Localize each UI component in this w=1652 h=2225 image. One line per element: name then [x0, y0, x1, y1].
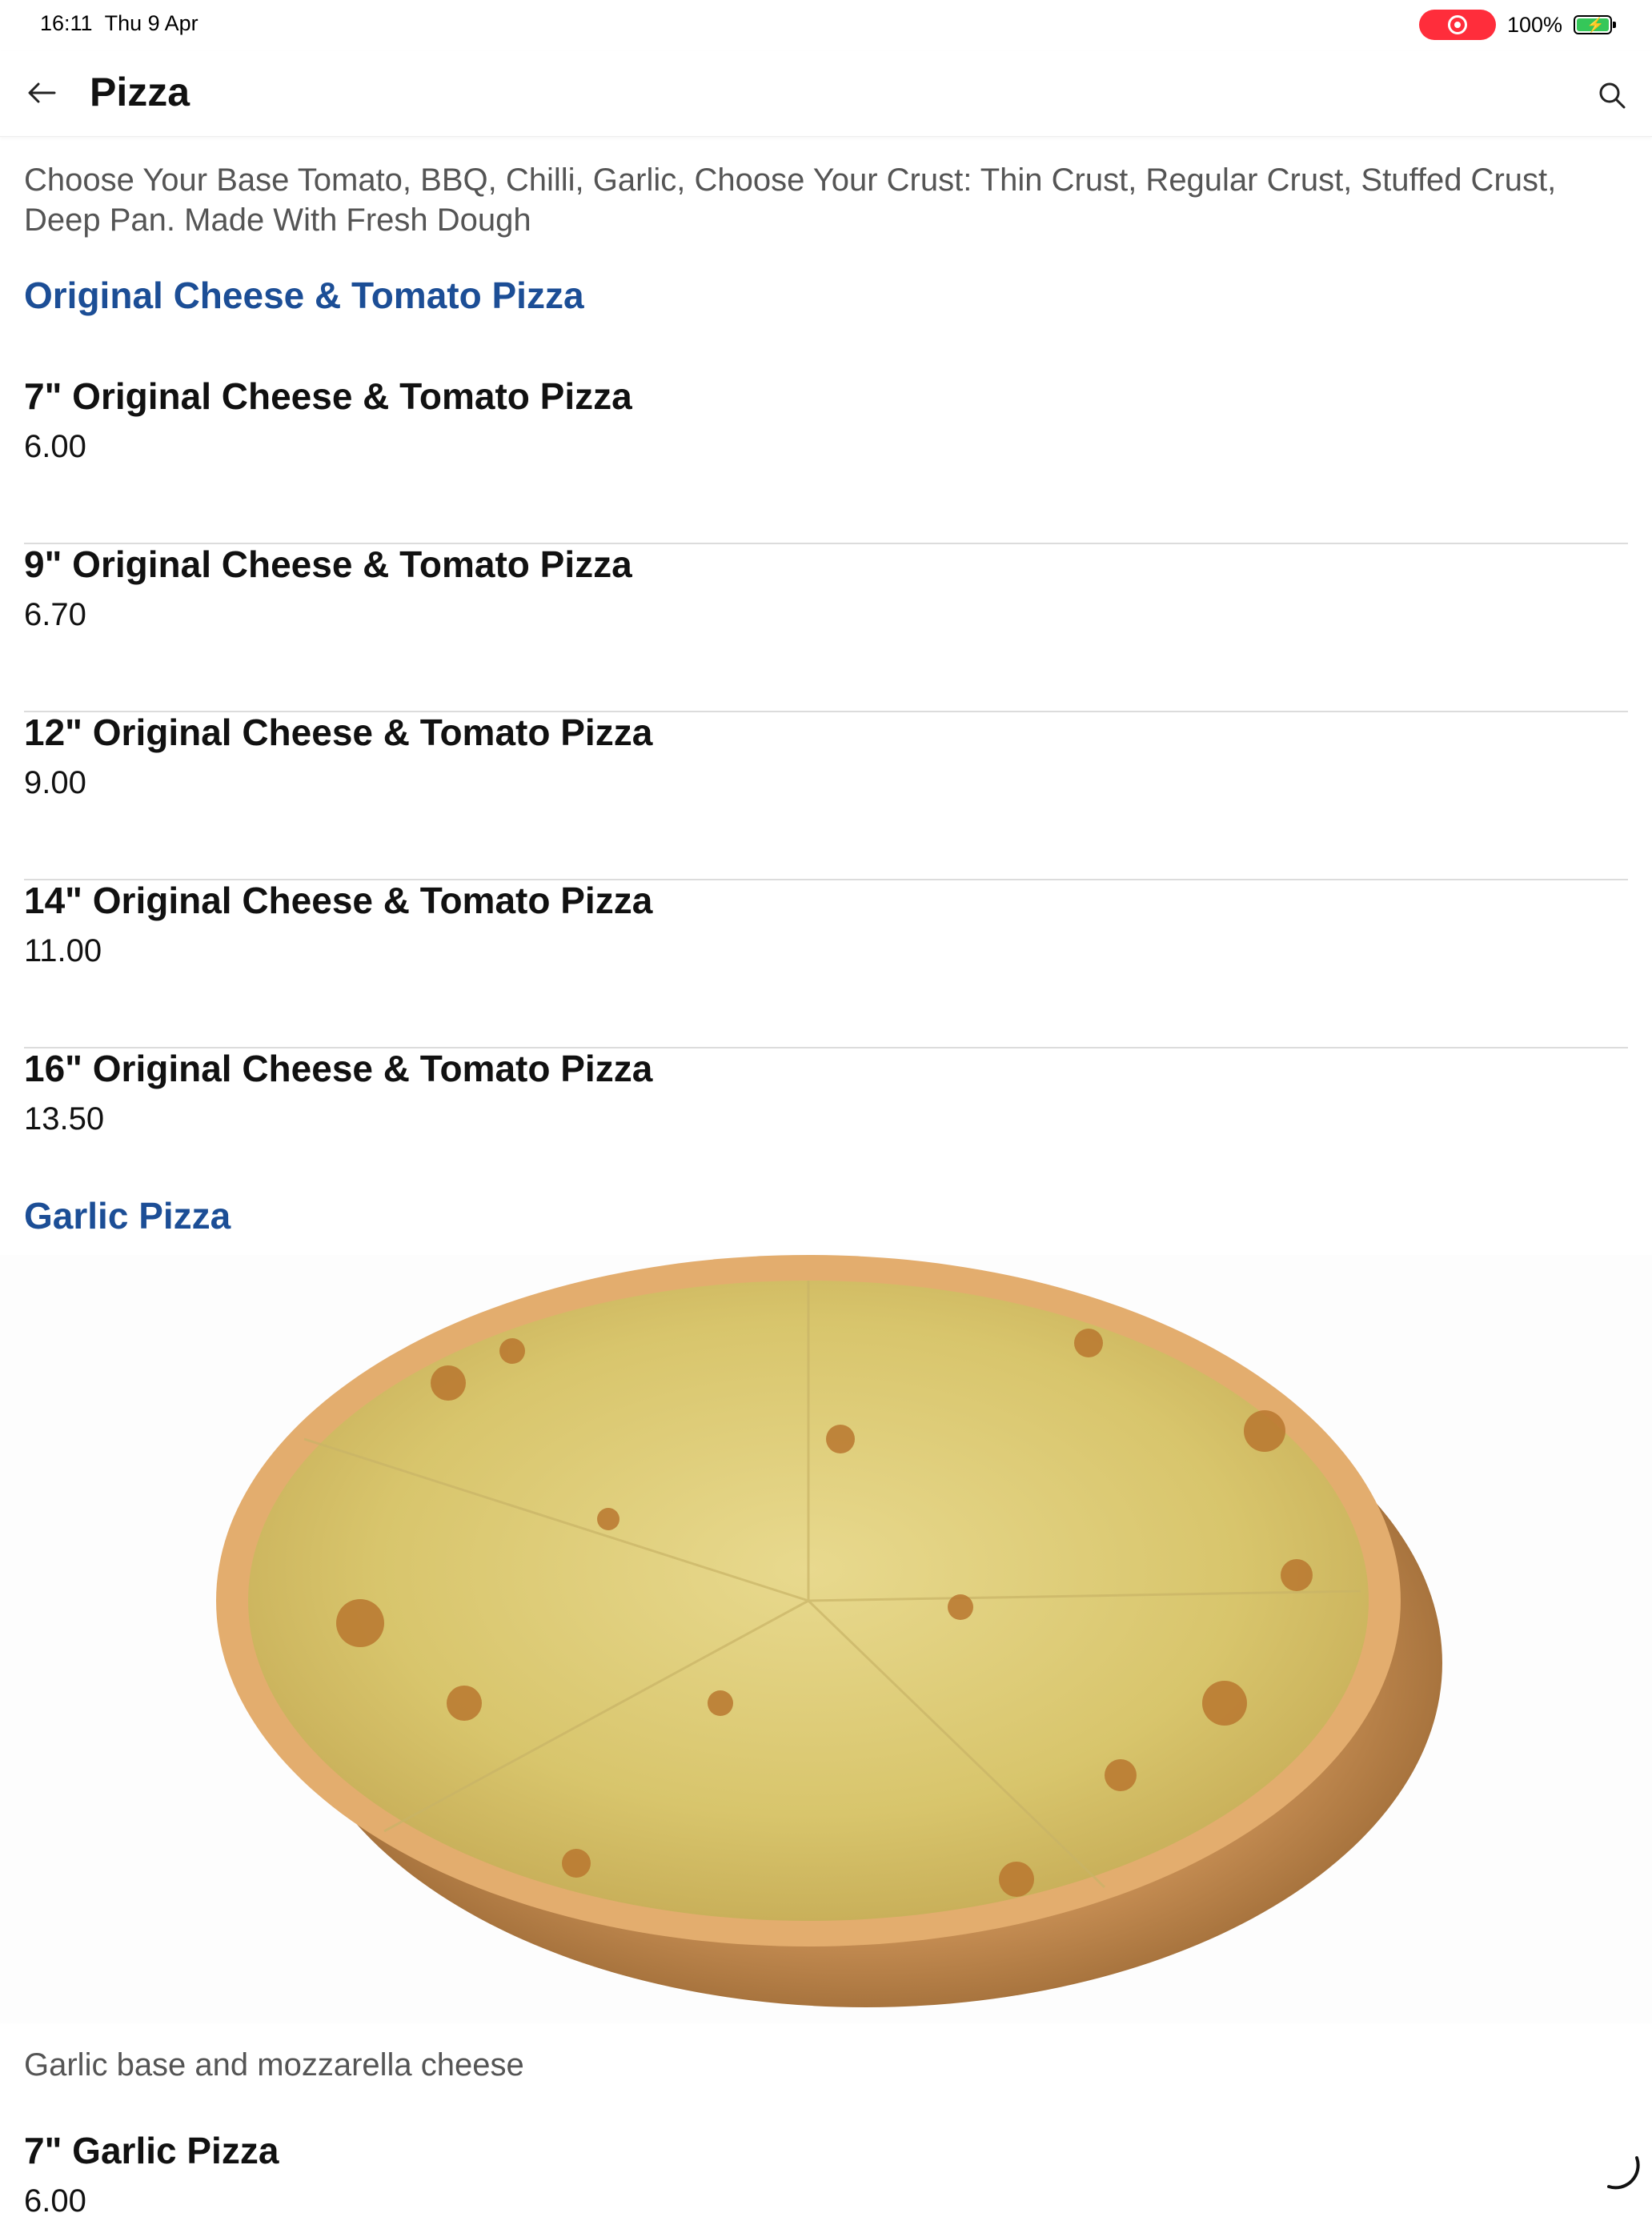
menu-item[interactable]: 14" Original Cheese & Tomato Pizza 11.00 — [24, 879, 1628, 1048]
loading-spinner-icon — [1607, 2156, 1640, 2190]
arrow-left-icon — [28, 82, 56, 103]
menu-item[interactable]: 12" Original Cheese & Tomato Pizza 9.00 — [24, 711, 1628, 880]
menu-item-price: 6.70 — [24, 597, 86, 632]
status-right: 100% ⚡ — [1418, 10, 1616, 40]
status-bar: 16:11 Thu 9 Apr 100% ⚡ — [0, 0, 1652, 51]
menu-item[interactable]: 16" Original Cheese & Tomato Pizza 13.50 — [24, 1047, 1628, 1167]
menu-item-price: 13.50 — [24, 1101, 105, 1137]
pizza-illustration — [216, 1255, 1442, 2007]
menu-item-name: 7" Garlic Pizza — [24, 2130, 279, 2171]
menu-item-price: 6.00 — [24, 2183, 86, 2219]
menu-item[interactable]: 7" Original Cheese & Tomato Pizza 6.00 — [24, 375, 1628, 544]
menu-item-name: 12" Original Cheese & Tomato Pizza — [24, 712, 653, 753]
back-button[interactable] — [18, 69, 66, 117]
menu-item[interactable]: 9" Original Cheese & Tomato Pizza 6.70 — [24, 543, 1628, 712]
section-title-original-cheese-tomato: Original Cheese & Tomato Pizza — [24, 275, 584, 316]
menu-item-name: 16" Original Cheese & Tomato Pizza — [24, 1048, 653, 1089]
category-description: Choose Your Base Tomato, BBQ, Chilli, Ga… — [24, 162, 1557, 238]
battery-percent: 100% — [1506, 12, 1562, 37]
screen-recording-icon[interactable] — [1418, 10, 1496, 40]
menu-item-name: 9" Original Cheese & Tomato Pizza — [24, 543, 632, 585]
menu-item-price: 9.00 — [24, 765, 86, 800]
menu-item[interactable]: 7" Garlic Pizza 6.00 — [24, 2129, 1628, 2225]
menu-item-name: 14" Original Cheese & Tomato Pizza — [24, 880, 653, 921]
menu-item-price: 6.00 — [24, 429, 86, 464]
item-description: Garlic base and mozzarella cheese — [24, 2047, 524, 2083]
section-title-garlic-pizza: Garlic Pizza — [24, 1195, 231, 1237]
garlic-pizza-image — [0, 1255, 1652, 2023]
menu-item-price: 11.00 — [24, 933, 102, 968]
status-time: 16:11 Thu 9 Apr — [40, 11, 198, 35]
page-title: Pizza — [90, 70, 190, 114]
search-button[interactable] — [1588, 71, 1636, 119]
battery-icon: ⚡ — [1574, 15, 1616, 34]
menu-item-name: 7" Original Cheese & Tomato Pizza — [24, 375, 632, 417]
navigation-bar: Pizza — [0, 51, 1652, 137]
search-icon — [1599, 82, 1626, 109]
